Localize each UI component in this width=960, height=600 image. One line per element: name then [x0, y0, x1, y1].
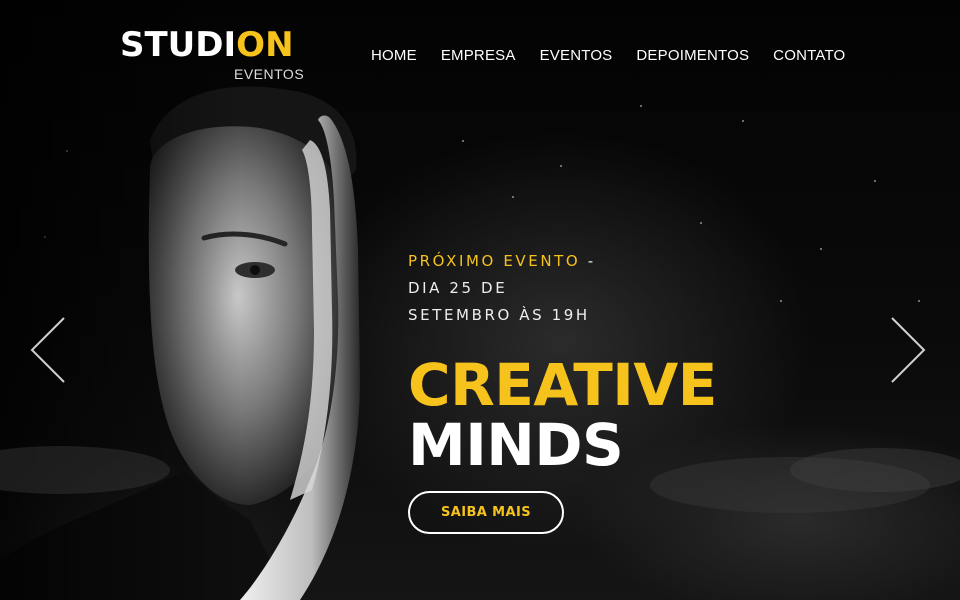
brand-tagline: EVENTOS	[234, 66, 305, 82]
brand-name-part1: STUDI	[120, 25, 237, 65]
main-nav: HOME EMPRESA EVENTOS DEPOIMENTOS CONTATO	[371, 47, 845, 64]
nav-item-eventos[interactable]: EVENTOS	[540, 47, 613, 64]
hero-section: STUDION EVENTOS HOME EMPRESA EVENTOS DEP…	[0, 0, 960, 600]
chevron-right-icon	[891, 317, 926, 383]
brand-name-part2: ON	[236, 25, 294, 65]
nav-item-depoimentos[interactable]: DEPOIMENTOS	[636, 47, 749, 64]
event-content: PRÓXIMO EVENTO - DIA 25 DE SETEMBRO ÀS 1…	[408, 248, 717, 475]
slider-prev-button[interactable]	[30, 316, 66, 384]
nav-item-empresa[interactable]: EMPRESA	[441, 47, 516, 64]
event-title-line2: MINDS	[408, 411, 624, 479]
event-title: CREATIVE MINDS	[408, 355, 717, 475]
chevron-left-icon	[30, 317, 65, 383]
slider-next-button[interactable]	[890, 316, 926, 384]
event-date-line1: DIA 25 DE	[408, 279, 508, 297]
brand-logo[interactable]: STUDION EVENTOS	[120, 26, 304, 82]
nav-item-home[interactable]: HOME	[371, 47, 417, 64]
event-title-line1: CREATIVE	[408, 351, 717, 419]
saiba-mais-button[interactable]: SAIBA MAIS	[408, 491, 564, 534]
event-date-line2: SETEMBRO ÀS 19H	[408, 306, 590, 324]
nav-item-contato[interactable]: CONTATO	[773, 47, 845, 64]
event-label: PRÓXIMO EVENTO	[408, 252, 581, 270]
brand-name: STUDION	[120, 26, 294, 64]
event-label-line: PRÓXIMO EVENTO -	[408, 248, 717, 275]
event-separator: -	[580, 252, 596, 270]
event-info: PRÓXIMO EVENTO - DIA 25 DE SETEMBRO ÀS 1…	[408, 248, 717, 329]
